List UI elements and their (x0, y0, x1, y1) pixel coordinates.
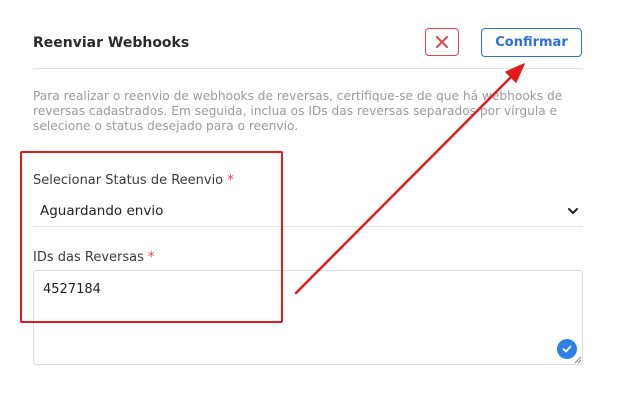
dialog-title: Reenviar Webhooks (33, 35, 190, 51)
header-divider (33, 68, 583, 69)
close-icon (436, 36, 448, 48)
close-button[interactable] (425, 28, 459, 56)
resize-grip-icon[interactable] (573, 355, 582, 364)
annotation-highlight-box (20, 151, 283, 323)
chevron-down-icon[interactable] (566, 205, 580, 217)
confirm-button[interactable]: Confirmar (481, 28, 582, 57)
dialog-description: Para realizar o reenvio de webhooks de r… (33, 89, 563, 133)
